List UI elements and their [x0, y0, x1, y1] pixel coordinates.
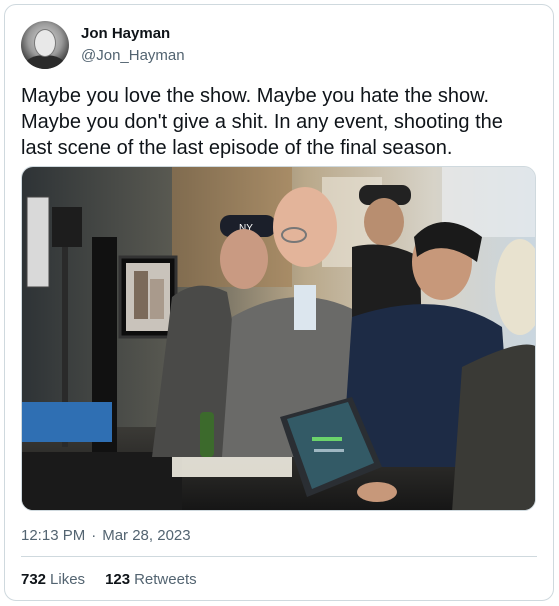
likes-stat[interactable]: 732 Likes	[21, 571, 85, 588]
tweet-header: Jon Hayman @Jon_Hayman	[21, 21, 185, 69]
likes-count: 732	[21, 571, 47, 588]
tweet-time: 12:13 PM	[21, 527, 86, 544]
user-handle[interactable]: @Jon_Hayman	[81, 46, 185, 66]
author-names: Jon Hayman @Jon_Hayman	[81, 24, 185, 66]
tweet-stats: 732 Likes 123 Retweets	[21, 571, 217, 588]
display-name[interactable]: Jon Hayman	[81, 24, 185, 44]
tweet-date: Mar 28, 2023	[102, 527, 191, 544]
likes-label: Likes	[50, 571, 86, 588]
avatar-shoulders	[25, 55, 65, 69]
tweet-text: Maybe you love the show. Maybe you hate …	[21, 85, 503, 159]
meta-separator: ·	[91, 527, 97, 544]
tweet-photo[interactable]: NY	[21, 166, 536, 511]
retweets-count: 123	[105, 571, 131, 588]
photo-illustration: NY	[22, 167, 535, 510]
tweet-timestamp[interactable]: 12:13 PM · Mar 28, 2023	[21, 527, 191, 544]
avatar[interactable]	[21, 21, 69, 69]
divider	[21, 556, 537, 557]
tweet-card: Jon Hayman @Jon_Hayman Maybe you love th…	[4, 4, 554, 601]
retweets-stat[interactable]: 123 Retweets	[105, 571, 197, 588]
retweets-label: Retweets	[134, 571, 197, 588]
avatar-face	[34, 29, 56, 57]
